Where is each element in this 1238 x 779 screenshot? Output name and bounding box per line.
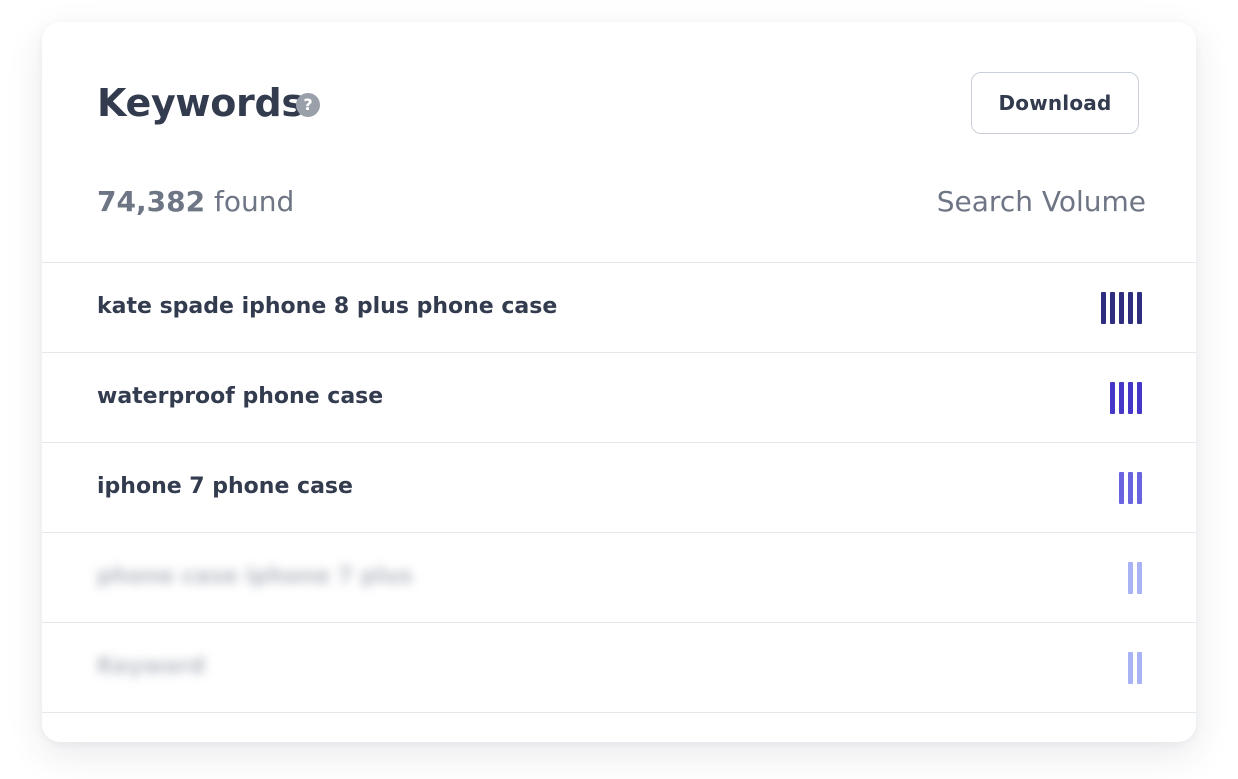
keyword-text: Keyword (97, 654, 205, 679)
volume-bar (1110, 382, 1115, 414)
results-count-label: found (205, 185, 295, 218)
page-title: Keywords (97, 81, 304, 125)
search-volume-indicator (1119, 472, 1142, 504)
search-volume-indicator (1101, 292, 1142, 324)
volume-bar (1137, 562, 1142, 594)
volume-bar (1110, 292, 1115, 324)
volume-bar (1119, 292, 1124, 324)
keyword-row[interactable]: kate spade iphone 8 plus phone case (42, 263, 1196, 353)
volume-bar (1128, 652, 1133, 684)
volume-bar (1137, 652, 1142, 684)
keyword-text: phone case iphone 7 plus (97, 564, 413, 589)
keyword-text: kate spade iphone 8 plus phone case (97, 294, 558, 319)
keyword-row[interactable]: waterproof phone case (42, 353, 1196, 443)
volume-bar (1119, 382, 1124, 414)
volume-bar (1128, 382, 1133, 414)
search-volume-column-header[interactable]: Search Volume (937, 182, 1146, 222)
volume-bar (1101, 292, 1106, 324)
keyword-row[interactable]: iphone 7 phone case (42, 443, 1196, 533)
keyword-row[interactable]: Keyword (42, 623, 1196, 713)
keyword-text: iphone 7 phone case (97, 474, 353, 499)
search-volume-indicator (1128, 562, 1142, 594)
search-volume-indicator (1110, 382, 1142, 414)
keywords-card: Keywords ? Download 74,382 found Search … (42, 22, 1196, 742)
volume-bar (1137, 472, 1142, 504)
volume-bar (1119, 472, 1124, 504)
volume-bar (1128, 292, 1133, 324)
keyword-row[interactable]: phone case iphone 7 plus (42, 533, 1196, 623)
keyword-list: kate spade iphone 8 plus phone case wate… (42, 262, 1196, 713)
volume-bar (1128, 472, 1133, 504)
download-button[interactable]: Download (971, 72, 1139, 134)
keyword-text: waterproof phone case (97, 384, 384, 409)
results-count: 74,382 found (97, 182, 294, 222)
volume-bar (1137, 382, 1142, 414)
results-count-value: 74,382 (97, 185, 206, 218)
help-icon[interactable]: ? (296, 93, 320, 117)
search-volume-indicator (1128, 652, 1142, 684)
volume-bar (1128, 562, 1133, 594)
volume-bar (1137, 292, 1142, 324)
